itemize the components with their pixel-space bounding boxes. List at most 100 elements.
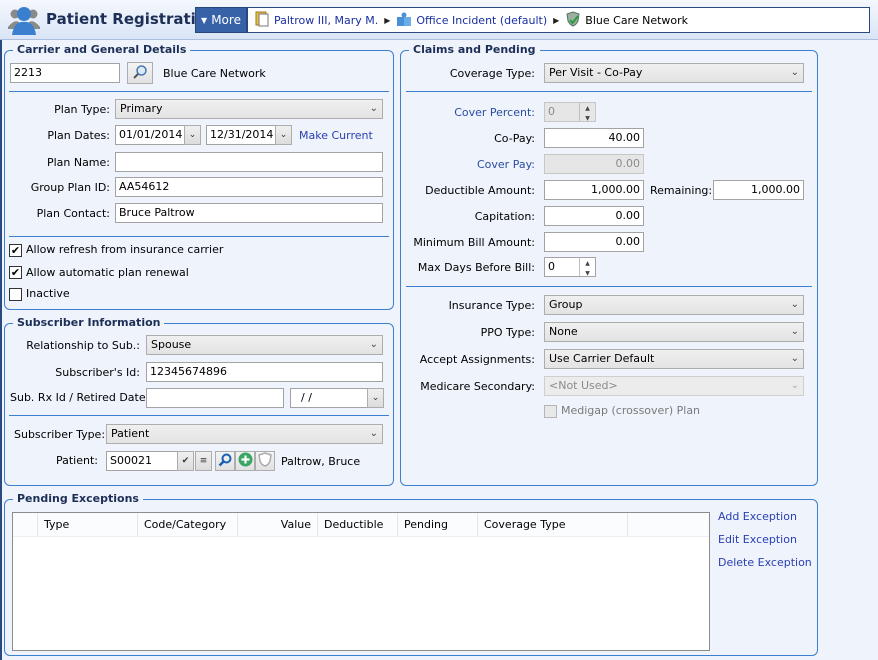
make-current-link[interactable]: Make Current: [299, 129, 373, 142]
divider: [9, 236, 389, 237]
plus-circle-icon: [238, 452, 253, 470]
divider: [9, 91, 389, 92]
copay-input[interactable]: 40.00: [544, 128, 644, 148]
chevron-down-icon: ⌄: [369, 339, 378, 350]
rx-retired-label: Sub. Rx Id / Retired Date:: [10, 391, 150, 404]
coverage-type-label: Coverage Type:: [449, 67, 535, 80]
breadcrumb-case[interactable]: Office Incident (default): [416, 14, 547, 27]
subscriber-id-input[interactable]: 12345674896: [146, 362, 383, 382]
allow-renewal-checkbox[interactable]: ✔: [9, 266, 22, 279]
column-header-value[interactable]: Value: [238, 513, 318, 536]
column-header-selector[interactable]: [13, 513, 38, 536]
magnifier-icon: [132, 64, 148, 83]
relationship-value: Spouse: [151, 338, 192, 351]
medicare-secondary-value: <Not Used>: [549, 379, 618, 392]
plan-name-label: Plan Name:: [46, 156, 110, 169]
breadcrumb: Paltrow III, Mary M. ▶ Office Incident (…: [247, 7, 870, 33]
patient-shield-button[interactable]: [255, 451, 275, 471]
retired-date-input[interactable]: / /: [290, 388, 368, 408]
plan-type-value: Primary: [120, 102, 163, 115]
chevron-down-icon: ⌄: [790, 353, 799, 364]
chevron-down-icon: ⌄: [279, 130, 288, 140]
cover-percent-value: 0: [548, 105, 555, 118]
subscriber-type-select[interactable]: Patient ⌄: [106, 424, 383, 444]
deductible-label: Deductible Amount:: [425, 184, 535, 197]
min-bill-input[interactable]: 0.00: [544, 232, 644, 252]
accept-assignments-label: Accept Assignments:: [419, 353, 535, 366]
chevron-down-icon: ⌄: [369, 103, 378, 114]
insurance-type-select[interactable]: Group ⌄: [544, 295, 804, 315]
patient-select-button[interactable]: ✔: [177, 451, 194, 471]
deductible-input[interactable]: 1,000.00: [544, 180, 644, 200]
medicare-secondary-label: Medicare Secondary:: [420, 380, 535, 393]
carrier-code-input[interactable]: 2213: [10, 63, 120, 83]
plan-end-date-dropdown[interactable]: ⌄: [275, 125, 292, 145]
sub-rx-id-input[interactable]: [146, 388, 284, 408]
copay-label: Co-Pay:: [494, 132, 535, 145]
inactive-label: Inactive: [26, 287, 70, 300]
capitation-label: Capitation:: [474, 210, 535, 223]
allow-renewal-label: Allow automatic plan renewal: [26, 266, 189, 279]
plan-start-date-dropdown[interactable]: ⌄: [184, 125, 201, 145]
chevron-down-icon: ⌄: [790, 380, 799, 391]
subscriber-type-value: Patient: [111, 427, 150, 440]
case-puzzle-icon: [396, 11, 412, 30]
patient-list-button[interactable]: ≡: [195, 451, 212, 471]
patient-search-button[interactable]: [215, 451, 235, 471]
relationship-select[interactable]: Spouse ⌄: [146, 335, 383, 355]
divider: [9, 415, 389, 416]
capitation-input[interactable]: 0.00: [544, 206, 644, 226]
table-header: Type Code/Category Value Deductible Pend…: [13, 513, 709, 537]
plan-type-select[interactable]: Primary ⌄: [115, 99, 383, 119]
plan-contact-input[interactable]: Bruce Paltrow: [115, 203, 383, 223]
remaining-input[interactable]: 1,000.00: [713, 180, 804, 200]
ppo-type-select[interactable]: None ⌄: [544, 322, 804, 342]
page-title: Patient Registration: [46, 10, 217, 28]
column-header-type[interactable]: Type: [38, 513, 138, 536]
medigap-checkbox[interactable]: [544, 405, 557, 418]
patient-code-input[interactable]: S00021: [106, 451, 178, 471]
cover-percent-label: Cover Percent:: [454, 106, 535, 119]
plan-name-input[interactable]: [115, 152, 383, 172]
medicare-secondary-select[interactable]: <Not Used> ⌄: [544, 376, 804, 396]
subscriber-info-title: Subscriber Information: [13, 316, 165, 329]
chevron-down-icon: ⌄: [369, 428, 378, 439]
retired-date-dropdown[interactable]: ⌄: [367, 388, 384, 408]
column-header-deductible[interactable]: Deductible: [318, 513, 398, 536]
add-patient-button[interactable]: [235, 451, 255, 471]
spinner-arrows-icon: ▲ ▼: [579, 258, 595, 276]
accept-assignments-select[interactable]: Use Carrier Default ⌄: [544, 349, 804, 369]
plan-start-date-input[interactable]: 01/01/2014: [115, 125, 185, 145]
coverage-type-select[interactable]: Per Visit - Co-Pay ⌄: [544, 63, 804, 83]
shield-icon: [258, 452, 272, 470]
cover-percent-spinner[interactable]: 0 ▲ ▼: [544, 102, 596, 122]
plan-type-label: Plan Type:: [54, 103, 110, 116]
inactive-checkbox[interactable]: [9, 288, 22, 301]
max-days-spinner[interactable]: 0 ▲ ▼: [544, 257, 596, 277]
column-header-pending[interactable]: Pending: [398, 513, 478, 536]
cover-pay-input[interactable]: 0.00: [544, 154, 644, 174]
subscriber-type-label: Subscriber Type:: [14, 428, 106, 441]
column-header-code-category[interactable]: Code/Category: [138, 513, 238, 536]
allow-refresh-checkbox[interactable]: ✔: [9, 244, 22, 257]
patients-group-icon: [8, 5, 40, 35]
patient-name: Paltrow, Bruce: [281, 455, 361, 468]
coverage-type-value: Per Visit - Co-Pay: [549, 66, 643, 79]
column-header-coverage-type[interactable]: Coverage Type: [478, 513, 628, 536]
more-label: More: [211, 13, 241, 27]
breadcrumb-patient[interactable]: Paltrow III, Mary M.: [274, 14, 378, 27]
more-menu-button[interactable]: ▼ More: [195, 7, 247, 33]
edit-exception-link[interactable]: Edit Exception: [718, 533, 797, 546]
patient-file-icon: [254, 11, 270, 30]
list-down-icon: ≡: [199, 456, 208, 466]
min-bill-label: Minimum Bill Amount:: [413, 236, 535, 249]
breadcrumb-carrier: Blue Care Network: [585, 13, 689, 27]
patient-label: Patient:: [55, 454, 98, 467]
delete-exception-link[interactable]: Delete Exception: [718, 556, 812, 569]
add-exception-link[interactable]: Add Exception: [718, 510, 797, 523]
plan-end-date-input[interactable]: 12/31/2014: [206, 125, 276, 145]
pending-exceptions-table[interactable]: Type Code/Category Value Deductible Pend…: [12, 512, 710, 651]
carrier-search-button[interactable]: [127, 62, 153, 84]
group-plan-id-input[interactable]: AA54612: [115, 177, 383, 197]
relationship-label: Relationship to Sub.:: [26, 339, 140, 352]
